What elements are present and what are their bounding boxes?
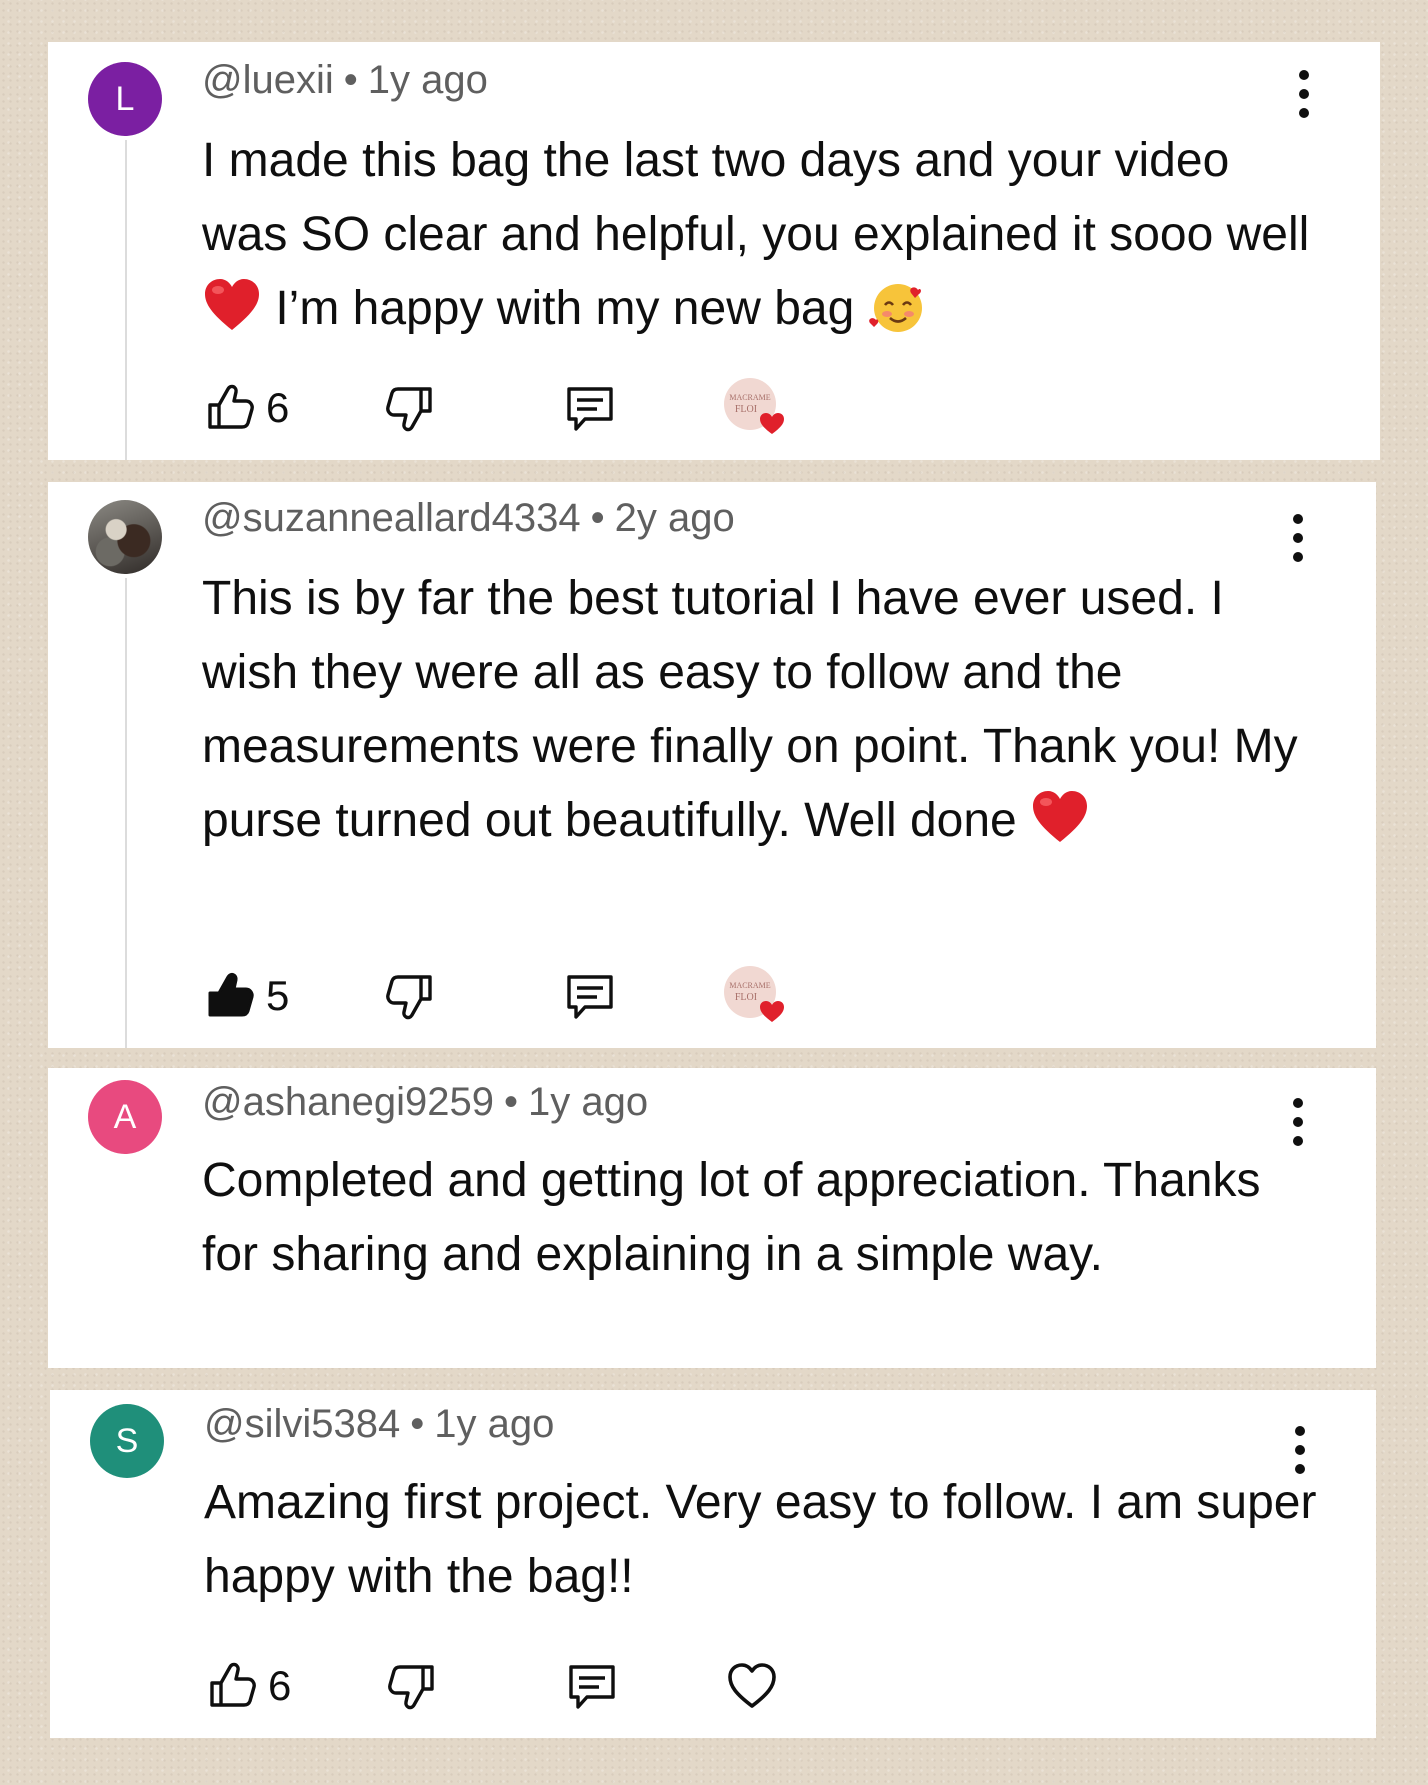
- avatar[interactable]: L: [88, 62, 162, 136]
- separator: •: [590, 496, 605, 540]
- comment-meta: @silvi5384 • 1y ago: [204, 1402, 554, 1447]
- svg-text:MACRAME: MACRAME: [729, 393, 770, 402]
- thread-line: [125, 140, 127, 460]
- comment-actions: 6 MACRAME FLOI: [202, 378, 802, 440]
- comment-card: A @ashanegi9259 • 1y ago Completed and get…: [48, 1068, 1376, 1368]
- reply-icon[interactable]: [562, 380, 618, 436]
- red-heart-emoji: [205, 279, 259, 330]
- separator: •: [503, 1080, 518, 1124]
- author-handle[interactable]: @silvi5384: [204, 1402, 400, 1446]
- separator: •: [343, 58, 358, 102]
- thumb-up-icon[interactable]: [204, 1658, 260, 1714]
- comment-actions: 5 MACRAME FLOI: [202, 966, 802, 1028]
- author-handle[interactable]: @suzanneallard4334: [202, 496, 581, 540]
- comment-text: Completed and getting lot of appreciatio…: [202, 1154, 1261, 1281]
- thumb-up-icon[interactable]: [202, 380, 258, 436]
- comment-meta: @luexii • 1y ago: [202, 58, 488, 103]
- thumb-down-icon[interactable]: [384, 1658, 440, 1714]
- svg-text:FLOI: FLOI: [735, 992, 757, 1003]
- comment-meta: @suzanneallard4334 • 2y ago: [202, 496, 735, 541]
- comment-card: S @silvi5384 • 1y ago Amazing first projec…: [50, 1390, 1376, 1738]
- comment-age: 1y ago: [367, 58, 488, 102]
- smiling-face-with-hearts-emoji: [868, 284, 922, 332]
- separator: •: [410, 1402, 425, 1446]
- like-count: 6: [268, 1662, 292, 1709]
- comment-meta: @ashanegi9259 • 1y ago: [202, 1080, 648, 1125]
- comment-age: 1y ago: [434, 1402, 555, 1446]
- author-handle[interactable]: @luexii: [202, 58, 334, 102]
- avatar[interactable]: S: [90, 1404, 164, 1478]
- svg-text:MACRAME: MACRAME: [729, 981, 770, 990]
- creator-heart-icon: MACRAME FLOI: [724, 378, 784, 434]
- reply-icon[interactable]: [564, 1658, 620, 1714]
- comment-age: 2y ago: [614, 496, 735, 540]
- comment-card: L @luexii • 1y ago I made this bag the las…: [48, 42, 1380, 460]
- comment-actions: 6: [204, 1658, 804, 1718]
- like-count: 5: [266, 972, 290, 1019]
- avatar[interactable]: A: [88, 1080, 162, 1154]
- thumb-down-icon[interactable]: [382, 968, 438, 1024]
- more-options-icon[interactable]: [1288, 514, 1308, 562]
- comment-text: Amazing first project. Very easy to foll…: [204, 1476, 1317, 1603]
- comment-age: 1y ago: [527, 1080, 649, 1124]
- thumb-down-icon[interactable]: [382, 380, 438, 436]
- avatar[interactable]: [88, 500, 162, 574]
- more-options-icon[interactable]: [1294, 70, 1314, 118]
- comment-text: I made this bag the last two days and yo…: [202, 134, 1310, 335]
- svg-text:FLOI: FLOI: [735, 404, 757, 415]
- reply-icon[interactable]: [562, 968, 618, 1024]
- creator-heart-icon: MACRAME FLOI: [724, 966, 784, 1022]
- more-options-icon[interactable]: [1288, 1098, 1308, 1146]
- thumb-up-filled-icon[interactable]: [202, 968, 258, 1024]
- heart-outline-icon[interactable]: [724, 1658, 780, 1714]
- comment-text: This is by far the best tutorial I have …: [202, 572, 1298, 847]
- comment-card: @suzanneallard4334 • 2y ago This is by far…: [48, 482, 1376, 1048]
- red-heart-emoji: [1033, 791, 1088, 842]
- thread-line: [125, 578, 127, 1048]
- author-handle[interactable]: @ashanegi9259: [202, 1080, 494, 1124]
- like-count: 6: [266, 384, 290, 431]
